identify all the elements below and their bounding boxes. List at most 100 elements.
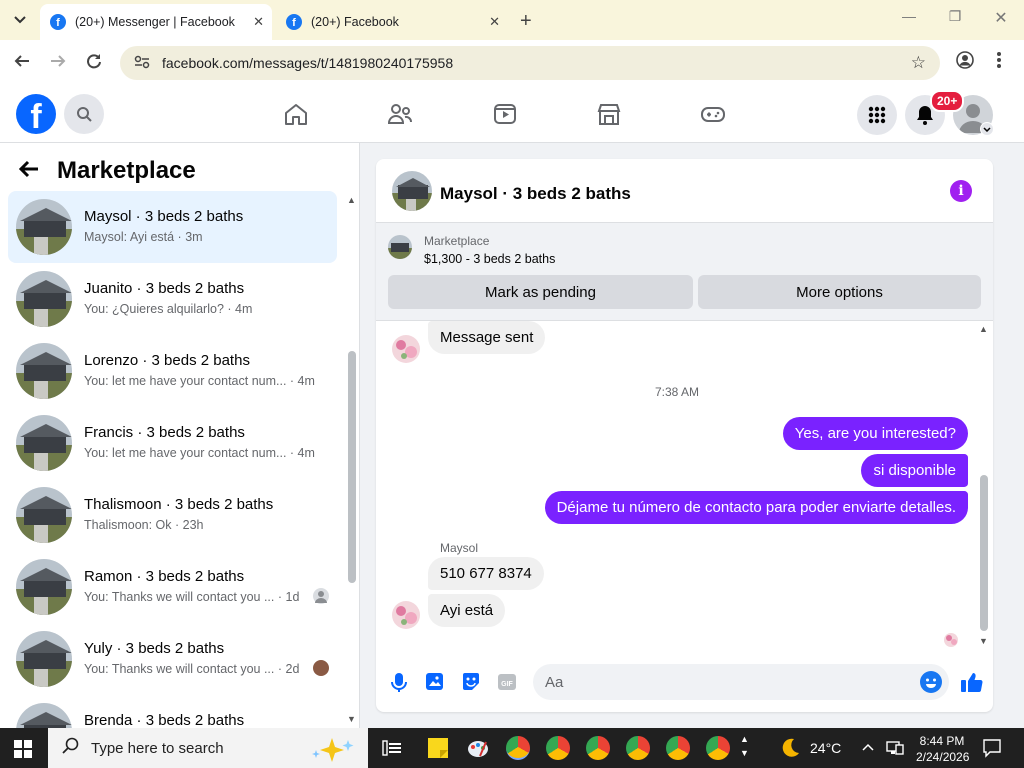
- message-thread-scrollbar[interactable]: [980, 475, 988, 631]
- voice-clip-button[interactable]: [388, 671, 410, 693]
- taskbar-search-box[interactable]: Type here to search: [48, 728, 368, 768]
- chrome-profile-1-icon[interactable]: [506, 736, 530, 760]
- chrome-profile-2-icon[interactable]: [546, 736, 570, 760]
- message-bubble-incoming[interactable]: 510 677 8374: [428, 557, 544, 590]
- chrome-profile-5-icon[interactable]: [666, 736, 690, 760]
- facebook-top-nav: f: [0, 86, 1024, 143]
- reload-button[interactable]: [82, 53, 106, 74]
- send-like-button[interactable]: [960, 671, 983, 693]
- message-bubble-outgoing[interactable]: si disponible: [861, 454, 968, 487]
- marketplace-nav-button[interactable]: [596, 102, 624, 128]
- back-arrow-button[interactable]: [18, 155, 40, 186]
- browser-menu-icon[interactable]: [996, 51, 1002, 74]
- chat-title[interactable]: Maysol · 3 beds 2 baths: [440, 184, 631, 204]
- conversation-item[interactable]: Yuly · 3 beds 2 baths You: Thanks we will…: [8, 623, 337, 695]
- browser-tab-messenger[interactable]: f (20+) Messenger | Facebook ✕: [40, 4, 272, 40]
- store-icon: [597, 104, 621, 125]
- weather-moon-icon[interactable]: [778, 736, 802, 765]
- conversation-name: Francis · 3 beds 2 baths: [84, 424, 245, 441]
- sticky-notes-icon[interactable]: [426, 736, 450, 765]
- tray-expand-chevron-icon[interactable]: [862, 740, 874, 754]
- search-icon: [77, 107, 92, 122]
- browser-tab-facebook[interactable]: f (20+) Facebook ✕: [276, 4, 508, 40]
- message-bubble-incoming[interactable]: Ayi está: [428, 594, 506, 627]
- message-bubble-outgoing[interactable]: Déjame tu número de contacto para poder …: [544, 491, 968, 524]
- address-bar[interactable]: facebook.com/messages/t/1481980240175958…: [120, 46, 940, 80]
- conversation-listing-thumbnail: [16, 199, 72, 255]
- minimize-window-button[interactable]: —: [886, 8, 932, 24]
- menu-grid-button[interactable]: [857, 95, 897, 135]
- listing-small-thumbnail[interactable]: [388, 235, 412, 259]
- restore-window-button[interactable]: ❐: [932, 8, 978, 25]
- gaming-nav-button[interactable]: [700, 102, 728, 128]
- chrome-profile-3-icon[interactable]: [586, 736, 610, 760]
- conversation-preview: You: ¿Quieres alquilarlo? · 4m: [84, 302, 253, 316]
- conversation-name: Lorenzo · 3 beds 2 baths: [84, 352, 250, 369]
- chrome-profile-6-icon[interactable]: [706, 736, 730, 760]
- conversation-preview: Maysol: Ayi está · 3m: [84, 230, 203, 244]
- weather-temperature[interactable]: 24°C: [810, 740, 841, 756]
- friends-icon: [387, 104, 412, 124]
- conversation-item[interactable]: Brenda · 3 beds 2 baths: [8, 695, 337, 728]
- profile-icon[interactable]: [956, 51, 974, 74]
- bookmark-star-icon[interactable]: ☆: [911, 53, 926, 73]
- scroll-down-arrow-icon[interactable]: ▼: [979, 636, 988, 646]
- conversation-item[interactable]: Maysol · 3 beds 2 baths Maysol: Ayi está …: [8, 191, 337, 263]
- smiley-icon: [921, 672, 941, 692]
- listing-price[interactable]: $1,300 - 3 beds 2 baths: [424, 252, 555, 266]
- notification-center-icon[interactable]: [982, 738, 1002, 763]
- listing-label: Marketplace: [424, 234, 490, 248]
- conversation-item[interactable]: Ramon · 3 beds 2 baths You: Thanks we wil…: [8, 551, 337, 623]
- sender-avatar[interactable]: [392, 335, 420, 363]
- message-bubble-incoming[interactable]: Message sent: [428, 321, 546, 354]
- conversation-item[interactable]: Francis · 3 beds 2 baths You: let me have…: [8, 407, 337, 479]
- new-tab-button[interactable]: +: [520, 10, 532, 33]
- start-button[interactable]: [14, 740, 32, 763]
- system-clock[interactable]: 8:44 PM 2/24/2026: [916, 733, 969, 765]
- emoji-button[interactable]: [920, 671, 942, 693]
- tab-search-dropdown[interactable]: [8, 8, 32, 32]
- conversation-listing-thumbnail: [16, 271, 72, 327]
- forward-button[interactable]: [46, 53, 70, 74]
- attach-photo-button[interactable]: [424, 671, 446, 693]
- message-timestamp: 7:38 AM: [655, 385, 700, 399]
- back-button[interactable]: [10, 53, 34, 74]
- gif-button[interactable]: GIF: [496, 671, 518, 693]
- message-bubble-outgoing[interactable]: Yes, are you interested?: [782, 417, 968, 450]
- listing-thumbnail[interactable]: [392, 171, 432, 211]
- scroll-up-arrow-icon[interactable]: ▲: [347, 195, 356, 205]
- conversation-list-scrollbar[interactable]: [348, 351, 356, 583]
- close-window-button[interactable]: ✕: [978, 8, 1024, 28]
- conversation-item[interactable]: Juanito · 3 beds 2 baths You: ¿Quieres al…: [8, 263, 337, 335]
- network-icon[interactable]: [886, 739, 904, 762]
- conversation-item[interactable]: Lorenzo · 3 beds 2 baths You: let me have…: [8, 335, 337, 407]
- conversation-name: Juanito · 3 beds 2 baths: [84, 280, 245, 297]
- search-button[interactable]: [64, 94, 104, 134]
- video-nav-button[interactable]: [492, 102, 520, 128]
- taskbar-overflow-arrows[interactable]: ▲ ▼: [740, 732, 749, 760]
- close-tab-icon[interactable]: ✕: [489, 14, 500, 30]
- windows-taskbar: Type here to search ▲ ▼ 24°C 8:44 PM 2/24…: [0, 728, 1024, 768]
- facebook-logo-icon[interactable]: f: [16, 94, 56, 134]
- scroll-up-arrow-icon[interactable]: ▲: [979, 324, 988, 334]
- mark-as-pending-button[interactable]: Mark as pending: [388, 275, 693, 309]
- conversation-name: Ramon · 3 beds 2 baths: [84, 568, 245, 585]
- site-settings-icon[interactable]: [134, 55, 150, 72]
- friends-nav-button[interactable]: [387, 102, 415, 128]
- more-options-button[interactable]: More options: [698, 275, 981, 309]
- sender-name-label: Maysol: [440, 541, 479, 555]
- info-icon[interactable]: i: [950, 180, 972, 202]
- task-view-icon[interactable]: [382, 738, 402, 763]
- sticker-button[interactable]: [460, 671, 482, 693]
- conversation-item[interactable]: Thalismoon · 3 beds 2 baths Thalismoon: O…: [8, 479, 337, 551]
- close-tab-icon[interactable]: ✕: [253, 14, 264, 30]
- sender-avatar[interactable]: [392, 601, 420, 629]
- scroll-down-arrow-icon[interactable]: ▼: [347, 714, 356, 724]
- chrome-profile-4-icon[interactable]: [626, 736, 650, 760]
- conversation-name: Yuly · 3 beds 2 baths: [84, 640, 225, 657]
- account-chevron-icon[interactable]: [980, 122, 994, 136]
- paint-app-icon[interactable]: [466, 736, 490, 765]
- message-input[interactable]: [533, 664, 949, 700]
- home-nav-button[interactable]: [283, 102, 311, 128]
- chevron-down-icon: [14, 16, 26, 24]
